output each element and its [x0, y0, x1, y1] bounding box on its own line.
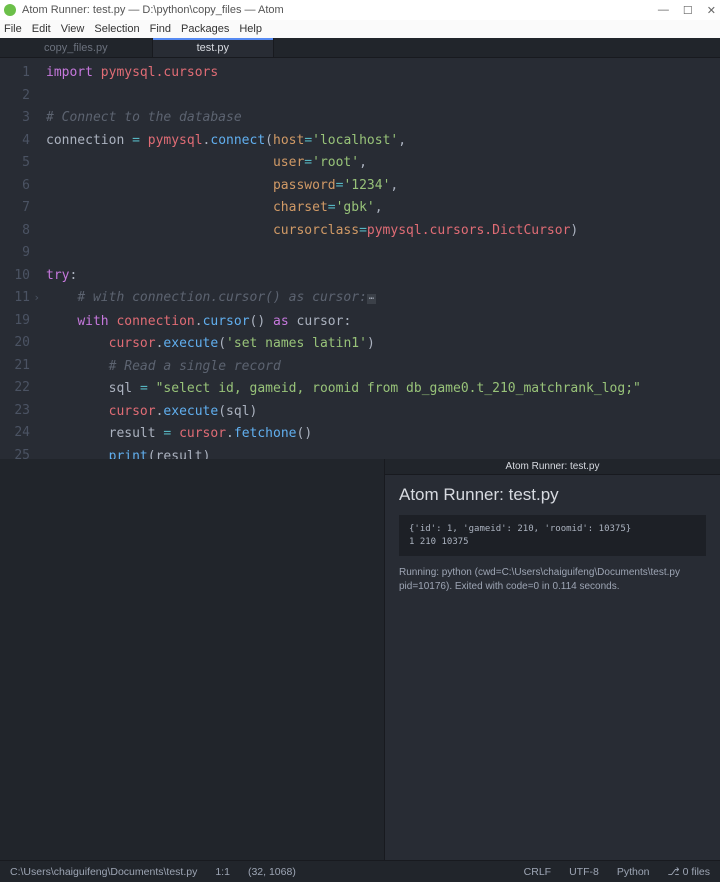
maximize-button[interactable]: ☐: [683, 4, 693, 17]
window-controls: — ☐ ✕: [658, 4, 716, 17]
minimize-button[interactable]: —: [658, 4, 669, 17]
status-eol[interactable]: CRLF: [524, 866, 551, 878]
menu-find[interactable]: Find: [150, 23, 171, 35]
runner-status: Running: python (cwd=C:\Users\chaiguifen…: [399, 566, 706, 594]
tab-test[interactable]: test.py: [153, 38, 274, 57]
menu-selection[interactable]: Selection: [94, 23, 139, 35]
tab-copy-files[interactable]: copy_files.py: [0, 38, 153, 57]
menu-file[interactable]: File: [4, 23, 22, 35]
menu-packages[interactable]: Packages: [181, 23, 229, 35]
status-language[interactable]: Python: [617, 866, 650, 878]
window-title: Atom Runner: test.py — D:\python\copy_fi…: [22, 4, 658, 16]
status-filepath[interactable]: C:\Users\chaiguifeng\Documents\test.py: [10, 866, 197, 878]
line-number-gutter: 1234567891011192021222324252627282930313…: [0, 58, 36, 459]
bottom-panes: Atom Runner: test.py Atom Runner: test.p…: [0, 459, 720, 860]
tab-label: test.py: [197, 42, 229, 54]
runner-body: Atom Runner: test.py {'id': 1, 'gameid':…: [385, 475, 720, 604]
menu-view[interactable]: View: [61, 23, 85, 35]
status-bar: C:\Users\chaiguifeng\Documents\test.py 1…: [0, 860, 720, 882]
menu-help[interactable]: Help: [239, 23, 262, 35]
tab-label: copy_files.py: [44, 42, 108, 54]
close-button[interactable]: ✕: [707, 4, 716, 17]
runner-output: {'id': 1, 'gameid': 210, 'roomid': 10375…: [399, 515, 706, 556]
window-titlebar: Atom Runner: test.py — D:\python\copy_fi…: [0, 0, 720, 20]
atom-runner-pane: Atom Runner: test.py Atom Runner: test.p…: [384, 459, 720, 860]
editor-area: 1234567891011192021222324252627282930313…: [0, 58, 720, 459]
menu-edit[interactable]: Edit: [32, 23, 51, 35]
status-cursor-position[interactable]: 1:1: [215, 866, 230, 878]
runner-title: Atom Runner: test.py: [399, 485, 706, 505]
status-selection: (32, 1068): [248, 866, 296, 878]
status-git-files[interactable]: ⎇ 0 files: [668, 866, 710, 878]
code-content[interactable]: import pymysql.cursors # Connect to the …: [36, 58, 720, 459]
runner-tab-label[interactable]: Atom Runner: test.py: [385, 459, 720, 475]
bottom-left-pane: [0, 459, 384, 860]
menubar: File Edit View Selection Find Packages H…: [0, 20, 720, 38]
atom-app-icon: [4, 4, 16, 16]
status-encoding[interactable]: UTF-8: [569, 866, 599, 878]
tab-bar: copy_files.py test.py: [0, 38, 720, 58]
